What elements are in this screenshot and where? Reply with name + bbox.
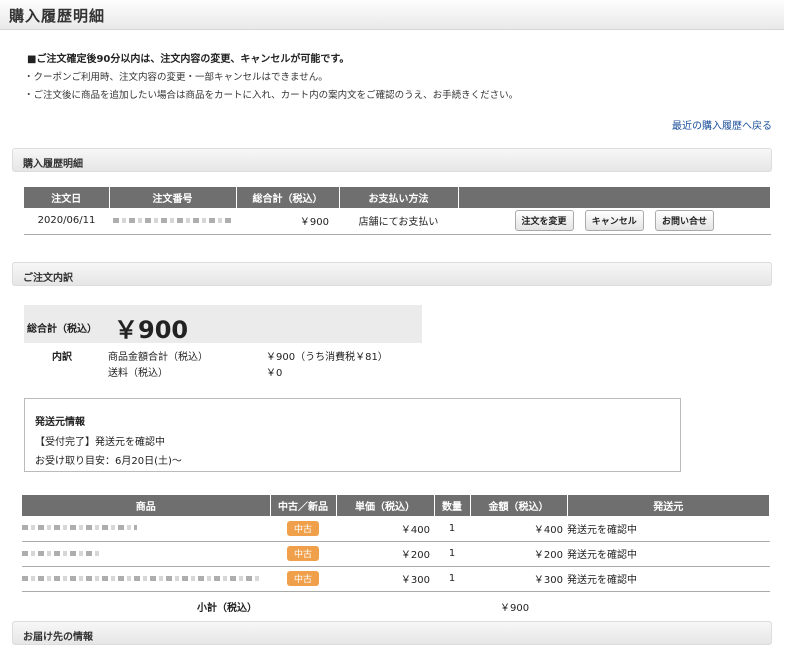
column-header: 中古／新品 (270, 495, 337, 516)
amount: ￥400 (470, 516, 567, 542)
column-header: 数量 (434, 495, 471, 516)
total-label: 総合計（税込） (27, 324, 97, 335)
section-title: お届け先の情報 (23, 632, 93, 643)
items-subtotal-label: 小計（税込） (197, 603, 257, 614)
column-header: 金額（税込） (470, 495, 568, 516)
order-table-header: 注文日 注文番号 総合計（税込） お支払い方法 (24, 187, 771, 208)
unit-price: ￥200 (336, 541, 434, 567)
inquiry-button[interactable]: お問い合せ (654, 210, 714, 232)
section-title: ご注文内訳 (23, 273, 73, 284)
table-row: 中古 ￥300 1 ￥300 発送元を確認中 (22, 566, 770, 592)
page-header: 購入履歴明細 (0, 0, 784, 30)
condition-cell: 中古 (270, 541, 336, 567)
unit-price: ￥400 (336, 516, 434, 542)
breakdown-label: 内訳 (52, 352, 72, 363)
product-name-redacted[interactable] (22, 516, 270, 542)
subtotal-label: 商品金額合計（税込） (108, 352, 208, 363)
section-header-delivery: お届け先の情報 (12, 621, 772, 645)
condition-badge: 中古 (286, 546, 319, 561)
order-actions: 注文を変更 キャンセル お問い合せ (458, 208, 771, 235)
product-name-redacted[interactable] (22, 541, 270, 567)
source: 発送元を確認中 (567, 516, 770, 542)
order-date: 2020/06/11 (24, 208, 109, 235)
items-table-header: 商品 中古／新品 単価（税込） 数量 金額（税込） 発送元 (22, 495, 770, 516)
notice-coupon: ・クーポンご利用時、注文内容の変更・一部キャンセルはできません。 (24, 72, 328, 83)
order-table: 注文日 注文番号 総合計（税込） お支払い方法 2020/06/11 ￥900 … (24, 187, 771, 235)
cancel-order-button[interactable]: キャンセル (584, 210, 644, 232)
quantity: 1 (434, 566, 470, 592)
column-header: 注文日 (24, 187, 110, 208)
column-header: 注文番号 (109, 187, 237, 208)
shipping-info-box: 発送元情報 【受付完了】発送元を確認中 お受け取り目安：6月20日(土)～ (24, 398, 681, 472)
total-value: ￥900 (114, 316, 189, 344)
shipping-status: 【受付完了】発送元を確認中 (35, 437, 165, 448)
page-title: 購入履歴明細 (9, 7, 106, 25)
amount: ￥300 (470, 566, 567, 592)
condition-cell: 中古 (270, 566, 336, 592)
quantity: 1 (434, 516, 470, 542)
items-table: 商品 中古／新品 単価（税込） 数量 金額（税込） 発送元 中古 ￥400 1 … (22, 495, 770, 592)
table-row: 2020/06/11 ￥900 店舗にてお支払い 注文を変更 キャンセル お問い… (24, 208, 771, 235)
source: 発送元を確認中 (567, 566, 770, 592)
column-header: 発送元 (567, 495, 770, 516)
condition-badge: 中古 (286, 571, 319, 586)
amount: ￥200 (470, 541, 567, 567)
shipping-value: ￥0 (266, 368, 283, 379)
table-row: 中古 ￥400 1 ￥400 発送元を確認中 (22, 516, 770, 542)
notice-bold: ■ご注文確定後90分以内は、注文内容の変更、キャンセルが可能です。 (27, 54, 350, 65)
back-to-history-link[interactable]: 最近の購入履歴へ戻る (672, 117, 772, 132)
total-box: 総合計（税込） ￥900 (24, 305, 422, 344)
notice-add-item: ・ご注文後に商品を追加したい場合は商品をカートに入れ、カート内の案内文をご確認の… (24, 90, 519, 101)
source: 発送元を確認中 (567, 541, 770, 567)
subtotal-value: ￥900（うち消費税￥81） (266, 352, 388, 363)
shipping-label: 送料（税込） (108, 368, 168, 379)
section-header-history: 購入履歴明細 (12, 148, 772, 172)
change-order-button[interactable]: 注文を変更 (514, 210, 574, 232)
unit-price: ￥300 (336, 566, 434, 592)
items-subtotal-value: ￥900 (500, 603, 530, 614)
condition-badge: 中古 (286, 520, 319, 536)
column-header: 単価（税込） (336, 495, 435, 516)
column-header: お支払い方法 (339, 187, 459, 208)
column-header (458, 187, 771, 208)
shipping-info-title: 発送元情報 (35, 417, 85, 428)
order-total: ￥900 (236, 208, 339, 235)
column-header: 商品 (22, 495, 271, 516)
condition-cell: 中古 (270, 516, 336, 542)
quantity: 1 (434, 541, 470, 567)
table-row: 中古 ￥200 1 ￥200 発送元を確認中 (22, 541, 770, 567)
order-number-redacted (109, 208, 236, 235)
section-title: 購入履歴明細 (23, 159, 83, 170)
payment-method: 店舗にてお支払い (339, 208, 458, 235)
section-header-detail: ご注文内訳 (12, 262, 772, 286)
delivery-eta: お受け取り目安：6月20日(土)～ (35, 456, 182, 467)
column-header: 総合計（税込） (236, 187, 340, 208)
product-name-redacted[interactable] (22, 566, 270, 592)
